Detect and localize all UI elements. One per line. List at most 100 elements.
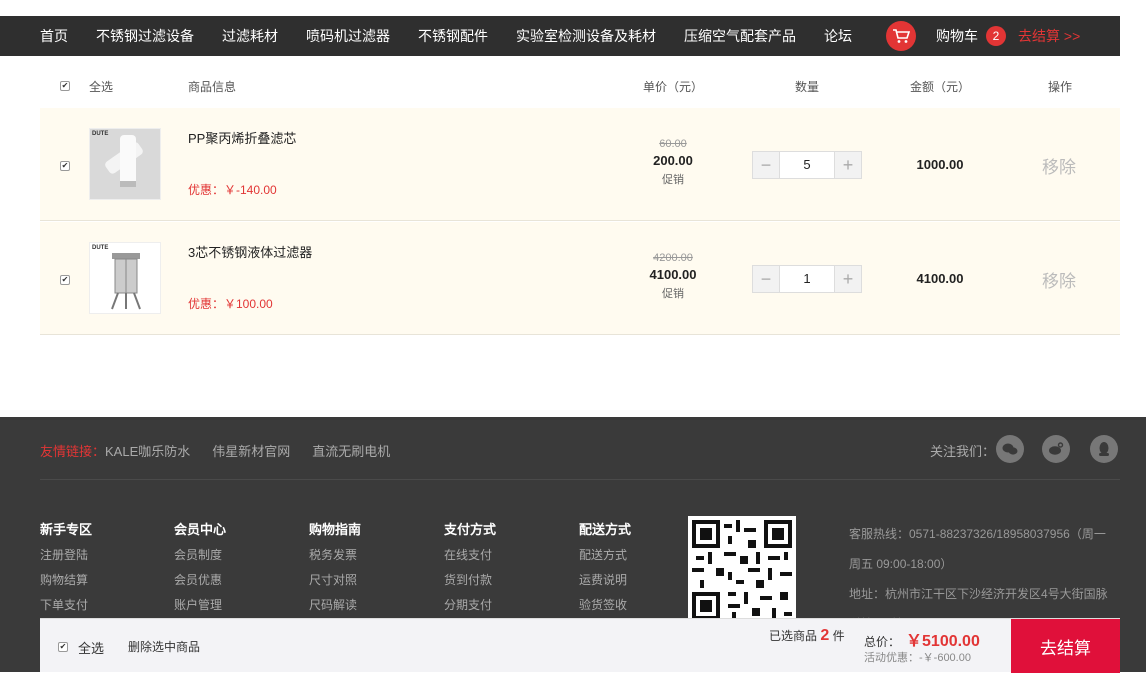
footer-link[interactable]: 下单支付 xyxy=(40,596,92,613)
footer-link[interactable]: 会员优惠 xyxy=(174,571,226,588)
footer-column-delivery: 配送方式 配送方式 运费说明 验货签收 xyxy=(579,519,631,621)
bottom-select-all-label[interactable]: 全选 xyxy=(78,638,104,657)
qr-code-icon xyxy=(692,520,792,620)
current-price: 200.00 xyxy=(653,153,693,168)
wechat-icon[interactable] xyxy=(996,435,1024,463)
qr-code xyxy=(688,516,796,624)
header-select-all[interactable]: 全选 xyxy=(89,78,113,95)
footer-column-guide: 购物指南 税务发票 尺寸对照 尺码解读 xyxy=(309,519,361,621)
cart-summary[interactable]: 购物车 2 去结算 >> xyxy=(886,21,1080,51)
product-name[interactable]: 3芯不锈钢液体过滤器 xyxy=(188,242,312,261)
footer-divider xyxy=(40,479,1120,480)
footer-link[interactable]: 注册登陆 xyxy=(40,546,92,563)
original-price: 4200.00 xyxy=(653,252,693,264)
current-price: 4100.00 xyxy=(649,267,697,282)
footer-link[interactable]: 配送方式 xyxy=(579,546,631,563)
delete-selected-button[interactable]: 删除选中商品 xyxy=(128,638,200,655)
total-price: 总价： ￥5100.00 xyxy=(864,627,980,651)
qq-icon[interactable] xyxy=(1090,435,1118,463)
product-name[interactable]: PP聚丙烯折叠滤芯 xyxy=(188,128,296,147)
header-amount: 金额（元） xyxy=(910,79,971,94)
top-checkout-link[interactable]: 去结算 >> xyxy=(1018,26,1080,46)
footer-link[interactable]: 尺码解读 xyxy=(309,596,361,613)
footer-column-title: 会员中心 xyxy=(174,522,227,537)
top-nav: 首页 不锈钢过滤设备 过滤耗材 喷码机过滤器 不锈钢配件 实验室检测设备及耗材 … xyxy=(0,16,1120,56)
quantity-input[interactable]: 1 xyxy=(779,266,835,292)
footer-link[interactable]: 货到付款 xyxy=(444,571,496,588)
nav-item-lab-equipment[interactable]: 实验室检测设备及耗材 xyxy=(502,26,670,46)
product-thumbnail[interactable]: DUTE xyxy=(89,242,161,314)
cart-icon[interactable] xyxy=(886,21,916,51)
friend-link[interactable]: KALE咖乐防水 xyxy=(105,441,190,460)
footer-link[interactable]: 运费说明 xyxy=(579,571,631,588)
cart-label[interactable]: 购物车 xyxy=(936,26,978,46)
friend-link[interactable]: 伟星新材官网 xyxy=(212,441,290,460)
nav-item-inkjet-filter[interactable]: 喷码机过滤器 xyxy=(292,26,404,46)
increase-button[interactable]: + xyxy=(835,266,861,292)
header-quantity: 数量 xyxy=(795,79,820,94)
footer-link[interactable]: 验货签收 xyxy=(579,596,631,613)
brand-mark: DUTE xyxy=(92,245,109,251)
nav-item-stainless-parts[interactable]: 不锈钢配件 xyxy=(404,26,502,46)
contact-hours: 周五 09:00-18:00） xyxy=(849,557,953,571)
item-discount: 优惠：￥100.00 xyxy=(188,297,273,311)
footer-link[interactable]: 税务发票 xyxy=(309,546,361,563)
bottom-select-all-checkbox[interactable]: ✔ xyxy=(58,642,68,652)
item-checkbox[interactable]: ✔ xyxy=(60,161,70,171)
quantity-stepper: − 5 + xyxy=(752,151,862,179)
checkout-bar: ✔ 全选 删除选中商品 已选商品 2 件 总价： ￥5100.00 活动优惠：-￥… xyxy=(40,618,1120,673)
nav-item-compressed-air[interactable]: 压缩空气配套产品 xyxy=(670,26,810,46)
item-discount: 优惠：￥-140.00 xyxy=(188,183,277,197)
remove-button[interactable]: 移除 xyxy=(1042,267,1076,292)
friend-link[interactable]: 直流无刷电机 xyxy=(312,441,390,460)
selected-suffix: 件 xyxy=(832,629,845,643)
friend-links: 友情链接： KALE咖乐防水 伟星新材官网 直流无刷电机 xyxy=(40,441,412,460)
item-amount: 4100.00 xyxy=(916,271,964,286)
selected-prefix: 已选商品 xyxy=(769,629,818,643)
remove-button[interactable]: 移除 xyxy=(1042,153,1076,178)
friend-links-label: 友情链接： xyxy=(40,444,106,459)
quantity-input[interactable]: 5 xyxy=(779,152,835,178)
footer-column-newbie: 新手专区 注册登陆 购物结算 下单支付 xyxy=(40,519,92,621)
select-all-checkbox[interactable]: ✔ xyxy=(60,81,70,91)
decrease-button[interactable]: − xyxy=(753,152,779,178)
increase-button[interactable]: + xyxy=(835,152,861,178)
promo-label: 促销 xyxy=(662,288,684,300)
nav-item-stainless-filter[interactable]: 不锈钢过滤设备 xyxy=(82,26,208,46)
nav-item-forum[interactable]: 论坛 xyxy=(810,26,866,46)
header-operation: 操作 xyxy=(1048,79,1073,94)
stainless-housing-image xyxy=(90,243,160,313)
footer-column-title: 购物指南 xyxy=(309,522,362,537)
price-column: 4200.00 4100.00 促销 xyxy=(628,252,718,301)
item-amount: 1000.00 xyxy=(916,157,964,172)
decrease-button[interactable]: − xyxy=(753,266,779,292)
cart-row: ✔ DUTE 3芯不锈钢液体过滤器 优惠：￥100.00 4200.00 410… xyxy=(40,222,1120,335)
footer-column-title: 新手专区 xyxy=(40,522,93,537)
footer-link[interactable]: 购物结算 xyxy=(40,571,92,588)
footer-link[interactable]: 尺寸对照 xyxy=(309,571,361,588)
checkout-button[interactable]: 去结算 xyxy=(1011,619,1120,673)
header-product-info: 商品信息 xyxy=(188,79,237,94)
weibo-icon[interactable] xyxy=(1042,435,1070,463)
nav-item-consumables[interactable]: 过滤耗材 xyxy=(208,26,292,46)
follow-us-label: 关注我们： xyxy=(930,444,996,459)
footer-link[interactable]: 在线支付 xyxy=(444,546,496,563)
footer-column-title: 支付方式 xyxy=(444,522,497,537)
quantity-stepper: − 1 + xyxy=(752,265,862,293)
original-price: 60.00 xyxy=(659,138,687,150)
cart-count-badge: 2 xyxy=(986,26,1006,46)
footer-link[interactable]: 分期支付 xyxy=(444,596,496,613)
contact-hotline: 客服热线：0571-88237326/18958037956（周一 xyxy=(849,527,1106,541)
promo-label: 促销 xyxy=(662,174,684,186)
item-checkbox[interactable]: ✔ xyxy=(60,275,70,285)
footer-link[interactable]: 账户管理 xyxy=(174,596,226,613)
footer-column-payment: 支付方式 在线支付 货到付款 分期支付 xyxy=(444,519,496,621)
selected-count-text: 已选商品 2 件 xyxy=(769,627,845,645)
cart-table-header: ✔ 全选 商品信息 单价（元） 数量 金额（元） 操作 xyxy=(40,68,1120,104)
cart-row: ✔ DUTE PP聚丙烯折叠滤芯 优惠：￥-140.00 60.00 200.0… xyxy=(40,108,1120,221)
total-value: ￥5100.00 xyxy=(906,633,980,650)
footer-link[interactable]: 会员制度 xyxy=(174,546,226,563)
selected-count: 2 xyxy=(820,627,830,644)
product-thumbnail[interactable]: DUTE xyxy=(89,128,161,200)
nav-item-home[interactable]: 首页 xyxy=(0,26,82,46)
